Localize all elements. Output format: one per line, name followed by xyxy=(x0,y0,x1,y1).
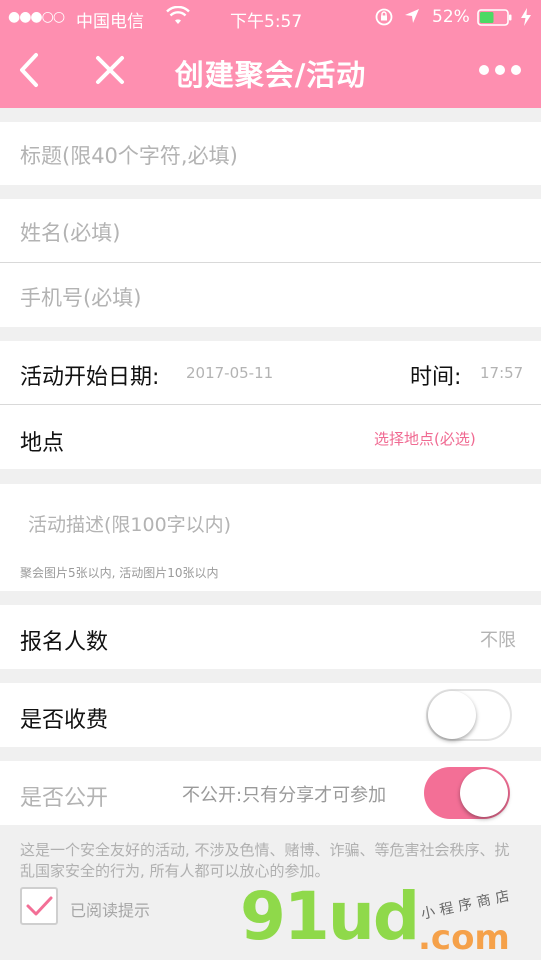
location-label: 地点 xyxy=(20,431,65,456)
carrier-name: 中国电信 xyxy=(76,12,144,32)
time-value[interactable]: 17:57 xyxy=(480,364,523,382)
signup-count-value: 不限 xyxy=(480,630,516,651)
watermark-brand: 91ud xyxy=(240,878,420,955)
page-title: 创建聚会/活动 xyxy=(174,58,367,92)
safety-notice: 这是一个安全友好的活动, 不涉及色情、赌博、诈骗、等危害社会秩序、扰乱国家安全的… xyxy=(20,841,510,880)
battery-icon xyxy=(477,9,513,31)
public-hint: 不公开:只有分享才可参加 xyxy=(182,785,387,806)
fee-label: 是否收费 xyxy=(20,708,109,733)
status-bar: ●●●○○ 中国电信 下午5:57 52% xyxy=(0,0,541,34)
description-section: 活动描述(限100字以内) 聚会图片5张以内, 活动图片10张以内 xyxy=(0,484,541,591)
status-time: 下午5:57 xyxy=(230,12,303,32)
time-label: 时间: xyxy=(410,365,462,390)
wifi-icon xyxy=(166,5,190,31)
toggle-knob xyxy=(460,769,508,817)
start-date-value[interactable]: 2017-05-11 xyxy=(186,364,273,382)
public-row: 是否公开 不公开:只有分享才可参加 xyxy=(0,761,541,825)
phone-placeholder: 手机号(必填) xyxy=(20,286,142,310)
fee-toggle[interactable] xyxy=(426,689,512,741)
start-date-label: 活动开始日期: xyxy=(20,365,160,390)
title-placeholder: 标题(限40个字符,必填) xyxy=(20,144,238,168)
name-field[interactable]: 姓名(必填) xyxy=(0,199,541,262)
title-field[interactable]: 标题(限40个字符,必填) xyxy=(0,122,541,185)
image-limit-hint: 聚会图片5张以内, 活动图片10张以内 xyxy=(20,566,219,580)
fee-row: 是否收费 xyxy=(0,683,541,747)
signup-count-row[interactable]: 报名人数 不限 xyxy=(0,605,541,669)
watermark-domain: .com xyxy=(418,918,510,958)
agree-label: 已阅读提示 xyxy=(70,901,151,920)
public-label: 是否公开 xyxy=(20,786,109,811)
battery-percent: 52% xyxy=(432,7,470,27)
agree-checkbox[interactable] xyxy=(20,887,58,925)
signup-count-label: 报名人数 xyxy=(20,630,109,655)
location-row[interactable]: 地点 选择地点(必选) xyxy=(0,405,541,469)
description-input[interactable]: 活动描述(限100字以内) xyxy=(28,510,231,537)
store-watermark: 91ud .com 小程序商店 xyxy=(240,878,540,960)
signal-strength: ●●●○○ xyxy=(8,9,65,25)
toggle-knob xyxy=(428,691,476,739)
more-menu-icon[interactable] xyxy=(478,60,522,80)
navigation-bar: 创建聚会/活动 xyxy=(0,34,541,108)
charging-bolt-icon xyxy=(520,8,532,31)
select-location-link[interactable]: 选择地点(必选) xyxy=(374,428,476,449)
checkmark-icon xyxy=(26,896,53,916)
location-arrow-icon xyxy=(404,8,420,29)
public-toggle[interactable] xyxy=(424,767,510,819)
start-date-row: 活动开始日期: 2017-05-11 时间: 17:57 xyxy=(0,341,541,404)
orientation-lock-icon xyxy=(374,7,394,32)
name-placeholder: 姓名(必填) xyxy=(20,221,121,245)
phone-field[interactable]: 手机号(必填) xyxy=(0,263,541,327)
